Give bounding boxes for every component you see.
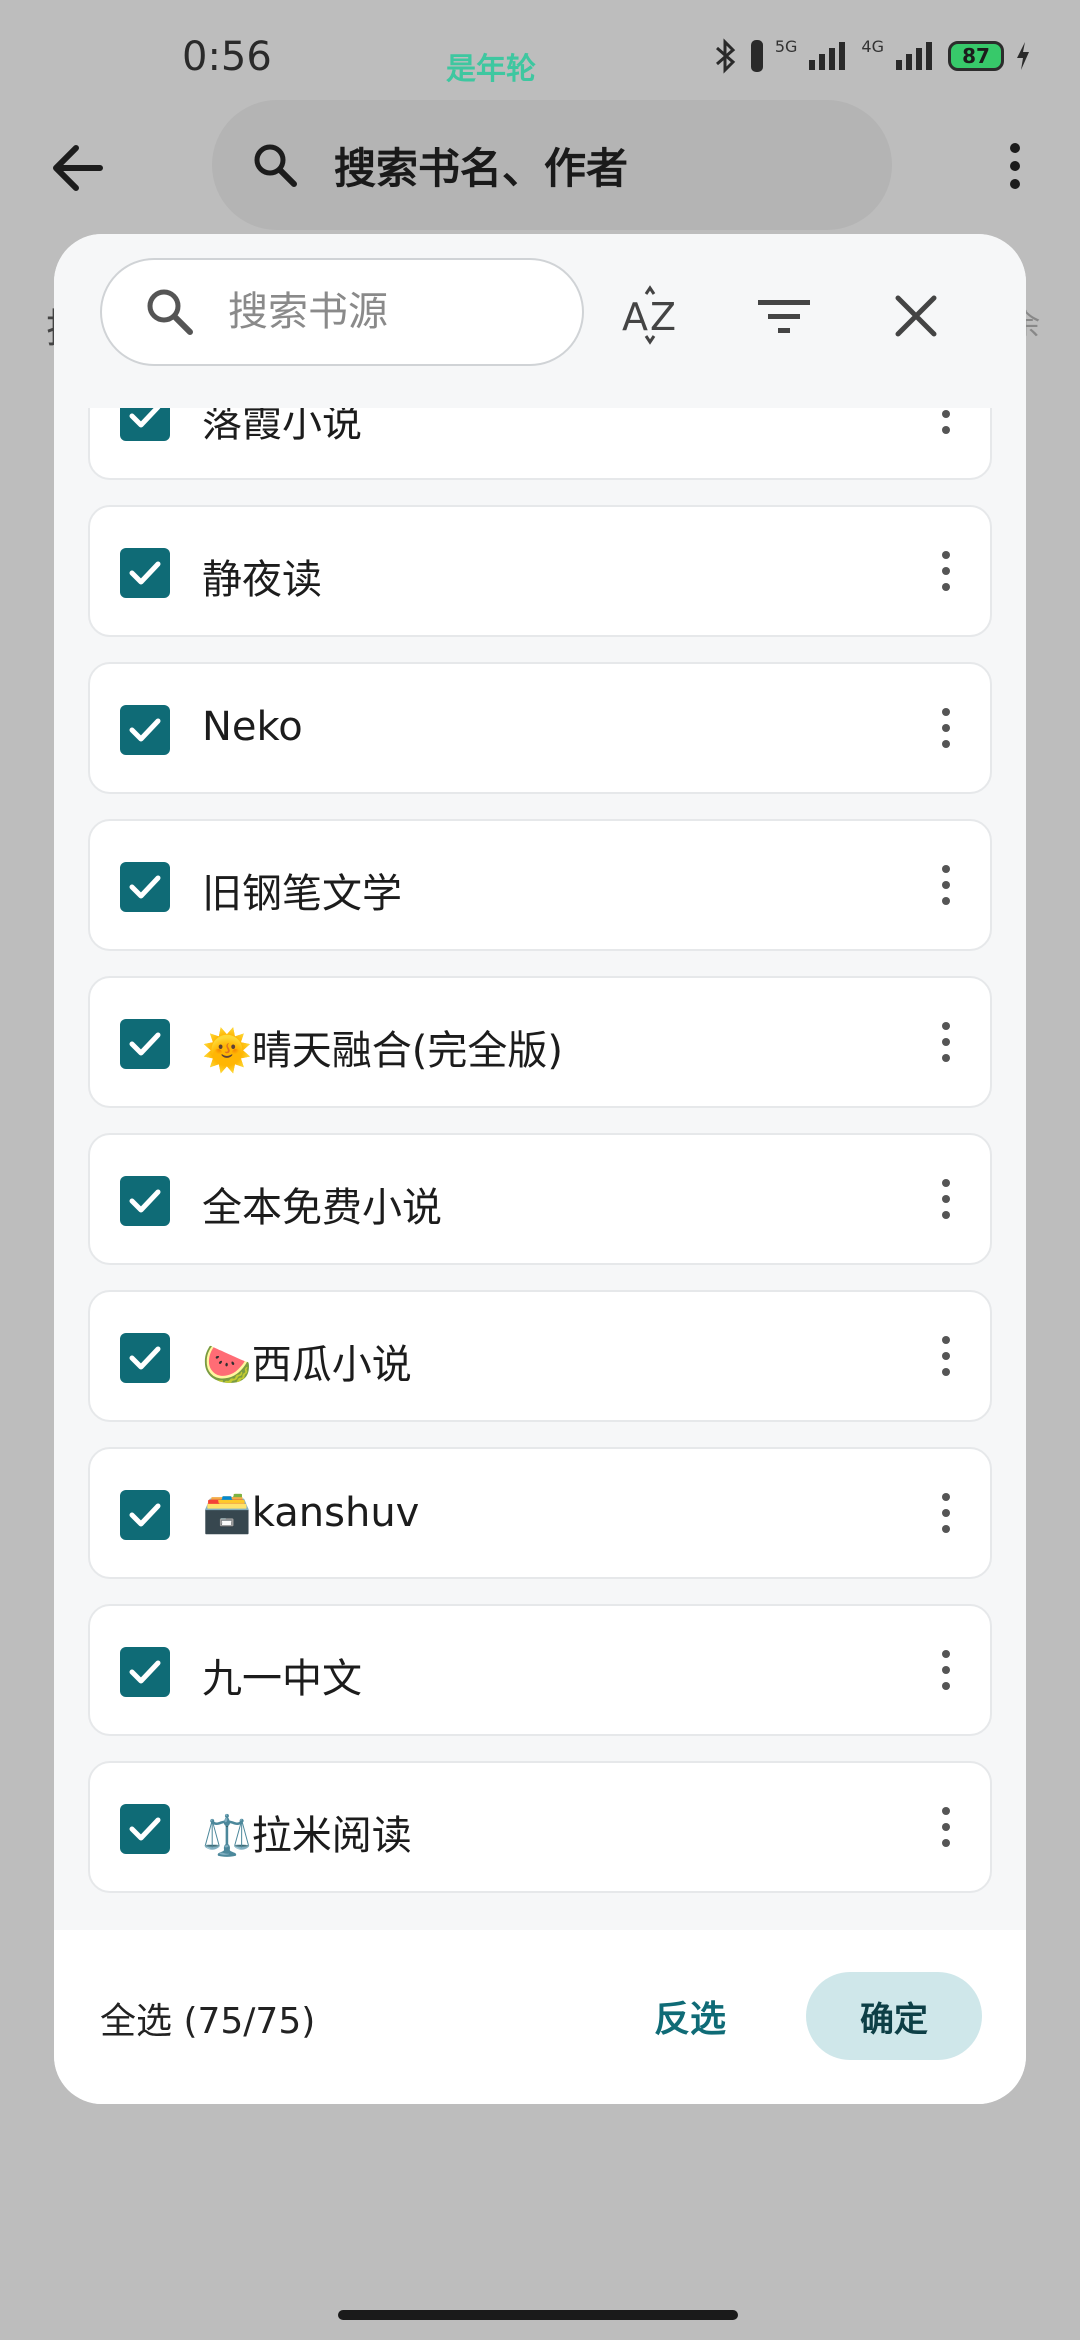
more-vert-icon — [942, 1179, 950, 1219]
home-indicator[interactable] — [338, 2310, 738, 2320]
item-checkbox[interactable] — [120, 1019, 170, 1069]
item-label: 🗃️kanshuv — [202, 1490, 420, 1536]
filter-icon — [758, 300, 810, 333]
filter-button[interactable] — [752, 284, 816, 348]
svg-text:A: A — [622, 295, 648, 339]
item-menu-button[interactable] — [936, 1018, 956, 1070]
item-menu-button[interactable] — [936, 1803, 956, 1855]
item-label: 旧钢笔文学 — [202, 871, 402, 917]
item-label: 九一中文 — [202, 1656, 362, 1702]
item-checkbox[interactable] — [120, 705, 170, 755]
more-vert-icon — [1010, 143, 1020, 189]
more-vert-icon — [942, 551, 950, 591]
net-5g-label: 5G — [774, 36, 798, 56]
item-checkbox[interactable] — [120, 1333, 170, 1383]
check-icon — [129, 1346, 161, 1370]
item-label: 静夜读 — [202, 557, 322, 603]
check-icon — [129, 1660, 161, 1684]
item-menu-button[interactable] — [936, 408, 956, 442]
check-icon — [129, 1189, 161, 1213]
item-menu-button[interactable] — [936, 1489, 956, 1541]
list-item[interactable]: 🌞晴天融合(完全版) — [88, 976, 992, 1108]
more-vert-icon — [942, 1807, 950, 1847]
more-options-button[interactable] — [1000, 138, 1030, 198]
more-vert-icon — [942, 410, 950, 434]
list-item[interactable]: 落霞小说 — [88, 408, 992, 480]
more-vert-icon — [942, 1650, 950, 1690]
book-search-placeholder: 搜索书名、作者 — [334, 143, 629, 193]
arrow-left-icon — [53, 145, 103, 191]
item-checkbox[interactable] — [120, 1490, 170, 1540]
source-list[interactable]: 落霞小说静夜读 Neko 旧钢笔文学 🌞晴天融合(完全版) 全本免费小说 🍉西瓜小说 🗃️k… — [54, 408, 1026, 2104]
item-checkbox[interactable] — [120, 1804, 170, 1854]
check-icon — [129, 1817, 161, 1841]
item-checkbox[interactable] — [120, 1647, 170, 1697]
search-icon — [147, 289, 193, 335]
item-label: 🌞晴天融合(完全版) — [202, 1028, 564, 1074]
item-menu-button[interactable] — [936, 1646, 956, 1698]
sort-button[interactable]: A Z — [620, 284, 684, 348]
battery-indicator: 87 — [948, 41, 1004, 71]
dialog-header: A Z — [54, 234, 1026, 408]
more-vert-icon — [942, 1022, 950, 1062]
item-label: ⚖️拉米阅读 — [202, 1813, 412, 1859]
close-icon — [895, 295, 937, 337]
svg-text:Z: Z — [650, 295, 676, 339]
signal-4g-icon — [896, 42, 932, 70]
item-label: 全本免费小说 — [202, 1185, 442, 1231]
more-vert-icon — [942, 865, 950, 905]
check-icon — [129, 561, 161, 585]
signal-5g-icon — [809, 42, 846, 70]
book-search-bar[interactable]: 搜索书名、作者 — [212, 100, 892, 230]
status-icons: 5G 4G 87 — [711, 36, 1032, 74]
source-list-inner: 落霞小说静夜读 Neko 旧钢笔文学 🌞晴天融合(完全版) 全本免费小说 🍉西瓜小说 🗃️k… — [88, 408, 992, 1918]
more-vert-icon — [942, 1336, 950, 1376]
select-all-toggle[interactable]: 全选 (75/75) — [100, 1992, 315, 2044]
item-menu-button[interactable] — [936, 1332, 956, 1384]
list-item[interactable]: Neko — [88, 662, 992, 794]
source-search-input[interactable] — [228, 289, 548, 335]
sort-az-icon: A Z — [622, 285, 676, 345]
dialog-footer: 全选 (75/75) 反选 确定 — [54, 1930, 1026, 2104]
source-select-dialog: A Z 落霞小说静夜读 Neko 旧钢笔文学 🌞晴天融合(完全版) 全本免费小说 🍉西瓜小… — [54, 234, 1026, 2104]
list-item[interactable]: 全本免费小说 — [88, 1133, 992, 1265]
item-checkbox[interactable] — [120, 862, 170, 912]
more-vert-icon — [942, 708, 950, 748]
status-carrier-text: 是年轮 — [446, 52, 536, 87]
search-icon — [254, 144, 297, 187]
source-search-field[interactable] — [100, 258, 584, 366]
close-button[interactable] — [884, 284, 948, 348]
more-vert-icon — [942, 1493, 950, 1533]
bluetooth-icon — [715, 38, 736, 74]
back-button[interactable] — [48, 138, 108, 198]
item-menu-button[interactable] — [936, 861, 956, 913]
check-icon — [129, 718, 161, 742]
vibrate-icon — [750, 40, 763, 72]
item-menu-button[interactable] — [936, 547, 956, 599]
item-label: Neko — [202, 704, 303, 750]
check-icon — [129, 1503, 161, 1527]
item-label: 落霞小说 — [202, 408, 362, 446]
item-menu-button[interactable] — [936, 704, 956, 756]
item-checkbox[interactable] — [120, 548, 170, 598]
check-icon — [129, 875, 161, 899]
check-icon — [129, 408, 161, 428]
status-time: 0:56 — [182, 34, 272, 80]
item-checkbox[interactable] — [120, 1176, 170, 1226]
list-item[interactable]: 🗃️kanshuv — [88, 1447, 992, 1579]
confirm-button[interactable]: 确定 — [806, 1972, 982, 2060]
item-label: 🍉西瓜小说 — [202, 1342, 412, 1388]
invert-selection-button[interactable]: 反选 — [654, 1990, 726, 2042]
list-item[interactable]: ⚖️拉米阅读 — [88, 1761, 992, 1893]
charging-icon — [1017, 42, 1029, 70]
list-item[interactable]: 旧钢笔文学 — [88, 819, 992, 951]
item-menu-button[interactable] — [936, 1175, 956, 1227]
item-checkbox[interactable] — [120, 408, 170, 441]
list-item[interactable]: 🍉西瓜小说 — [88, 1290, 992, 1422]
check-icon — [129, 1032, 161, 1056]
list-item[interactable]: 静夜读 — [88, 505, 992, 637]
net-4g-label: 4G — [861, 36, 884, 56]
list-item[interactable]: 九一中文 — [88, 1604, 992, 1736]
